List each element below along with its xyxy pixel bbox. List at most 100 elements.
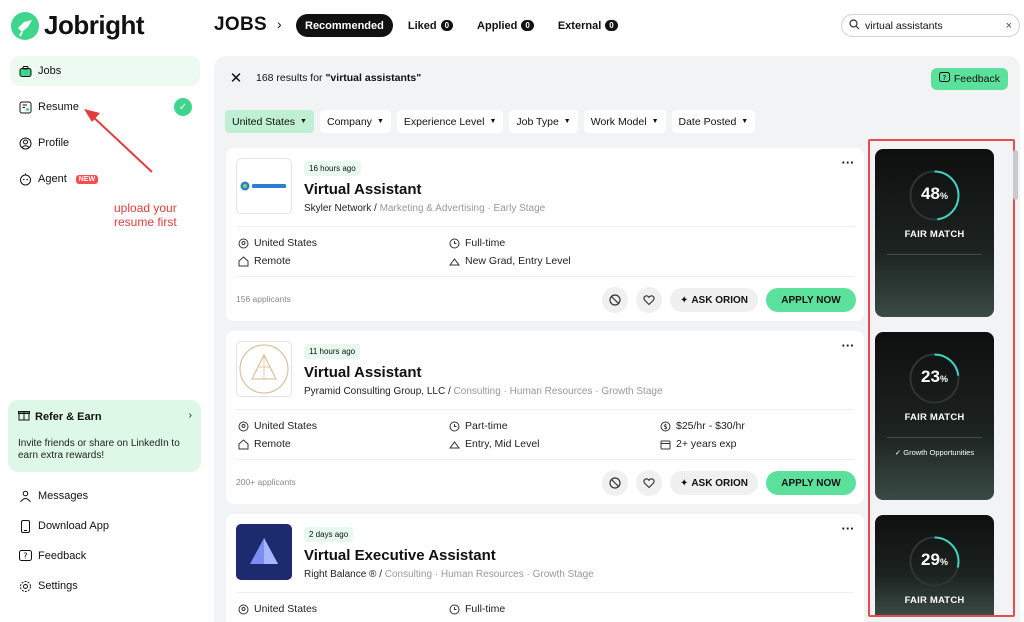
not-interested-button[interactable] [601, 470, 628, 496]
sparkle-icon: ✦ [679, 294, 689, 306]
job-type: Full-time [449, 237, 505, 249]
clear-search-icon[interactable]: × [1006, 20, 1012, 32]
logo[interactable]: Jobright [10, 10, 145, 41]
filter-job-type[interactable]: Job Type ▼ [509, 110, 578, 133]
sidebar-item-label: Resume [38, 101, 79, 113]
sidebar-item-label: Feedback [38, 550, 87, 562]
job-type-text: Full-time [465, 603, 506, 615]
agent-icon [18, 172, 32, 186]
company-line: Pyramid Consulting Group, LLC / Consulti… [304, 386, 663, 397]
job-card[interactable]: 16 hours ago ··· Virtual Assistant Skyle… [226, 148, 864, 321]
tab-recommended[interactable]: Recommended [296, 14, 393, 37]
job-card[interactable]: 2 days ago ··· Virtual Executive Assista… [226, 514, 864, 622]
job-type: Full-time [449, 603, 505, 615]
company-name[interactable]: Pyramid Consulting Group, LLC [304, 386, 445, 397]
job-actions: ✦ ASK ORION APPLY NOW [601, 287, 856, 313]
filter-company[interactable]: Company ▼ [319, 110, 391, 133]
phone-icon [18, 519, 32, 533]
refer-title: Refer & Earn [35, 410, 102, 423]
job-experience: 2+ years exp [660, 438, 736, 450]
job-tabs: Recommended Liked 0 Applied 0 External 0 [296, 14, 627, 37]
sidebar-item-messages[interactable]: Messages [10, 481, 200, 511]
like-button[interactable] [635, 287, 662, 313]
filter-experience-level[interactable]: Experience Level ▼ [396, 110, 504, 133]
job-level: New Grad, Entry Level [449, 255, 571, 267]
sidebar-item-settings[interactable]: Settings [10, 571, 200, 601]
page-title: JOBS [214, 14, 267, 35]
clock-icon [449, 421, 460, 431]
apply-now-button[interactable]: APPLY NOW [766, 471, 856, 495]
more-options-icon[interactable]: ··· [840, 339, 856, 357]
location-pin-icon [238, 238, 249, 248]
ask-label: ASK ORION [691, 294, 748, 306]
company-name[interactable]: Skyler Network [304, 203, 371, 214]
job-model-text: Remote [254, 255, 291, 267]
more-options-icon[interactable]: ··· [840, 522, 856, 540]
refer-earn-card[interactable]: Refer & Earn › Invite friends or share o… [8, 400, 201, 472]
job-title[interactable]: Virtual Assistant [304, 181, 422, 198]
annotation-arrow-icon [84, 109, 153, 173]
filter-date-posted[interactable]: Date Posted ▼ [671, 110, 756, 133]
ask-orion-button[interactable]: ✦ ASK ORION [669, 288, 758, 312]
divider [236, 409, 854, 410]
divider [236, 226, 854, 227]
applicant-count: 200+ applicants [236, 477, 296, 487]
block-icon [609, 294, 621, 306]
job-location-text: United States [254, 237, 318, 249]
feedback-button[interactable]: ? Feedback [930, 68, 1008, 90]
tab-count: 0 [605, 20, 618, 31]
filter-work-model[interactable]: Work Model ▼ [583, 110, 666, 133]
job-location: United States [238, 603, 317, 615]
company-logo [236, 158, 292, 214]
filter-location[interactable]: United States ▼ [225, 110, 314, 133]
job-work-model: Remote [238, 438, 291, 450]
tab-external[interactable]: External 0 [549, 14, 627, 37]
dollar-icon: $ [660, 421, 671, 431]
ask-orion-button[interactable]: ✦ ASK ORION [669, 471, 758, 495]
check-icon: ✓ [174, 98, 192, 116]
sidebar-item-feedback[interactable]: ? Feedback [10, 541, 200, 571]
filter-label: Job Type [516, 115, 559, 128]
sidebar-item-jobs[interactable]: Jobs [10, 56, 200, 86]
brand-name: Jobright [44, 10, 145, 40]
company-tags: Consulting · Human Resources · Growth St… [453, 386, 663, 397]
job-title[interactable]: Virtual Assistant [304, 364, 422, 381]
like-button[interactable] [635, 470, 662, 496]
search-icon [849, 18, 860, 33]
filter-label: Work Model [590, 115, 647, 128]
job-location: United States [238, 420, 317, 432]
user-icon [18, 136, 32, 150]
search-input[interactable]: virtual assistants × [841, 14, 1020, 37]
more-options-icon[interactable]: ··· [840, 156, 856, 174]
pyramid-logo-icon [239, 344, 289, 394]
heart-icon [643, 478, 655, 489]
svg-text:$: $ [663, 423, 667, 431]
annotation-highlight-box [868, 139, 1015, 617]
posted-time: 2 days ago [304, 527, 354, 542]
job-level-text: New Grad, Entry Level [465, 255, 571, 267]
job-location-text: United States [254, 420, 318, 432]
skyler-logo-icon [240, 181, 286, 191]
results-query: "virtual assistants" [325, 72, 422, 84]
location-pin-icon [238, 421, 249, 431]
calendar-icon [660, 440, 671, 449]
job-type: Part-time [449, 420, 508, 432]
tab-applied[interactable]: Applied 0 [468, 14, 543, 37]
job-work-model: Remote [238, 255, 291, 267]
company-name[interactable]: Right Balance ® [304, 569, 376, 580]
clock-icon [449, 604, 460, 614]
tab-liked[interactable]: Liked 0 [399, 14, 462, 37]
close-icon[interactable]: ✕ [226, 68, 246, 88]
job-card[interactable]: 11 hours ago ··· Virtual Assistant Pyram… [226, 331, 864, 504]
apply-now-button[interactable]: APPLY NOW [766, 288, 856, 312]
sidebar-item-download-app[interactable]: Download App [10, 511, 200, 541]
clock-icon [449, 238, 460, 248]
tab-count: 0 [521, 20, 534, 31]
job-title[interactable]: Virtual Executive Assistant [304, 547, 496, 564]
scrollbar[interactable] [1013, 150, 1018, 200]
sidebar-item-label: Agent [38, 173, 67, 185]
filter-label: Date Posted [678, 115, 737, 128]
not-interested-button[interactable] [601, 287, 628, 313]
level-icon [449, 257, 460, 265]
results-count: 168 results for "virtual assistants" [256, 72, 421, 84]
